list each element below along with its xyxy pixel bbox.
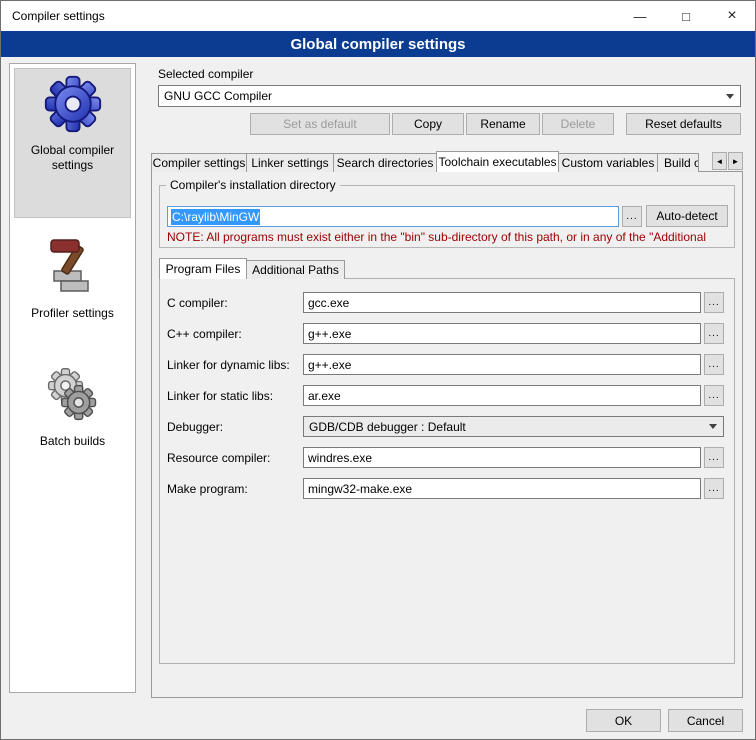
tab-scroll-buttons: ◄ ► [712, 152, 743, 170]
reset-defaults-button[interactable]: Reset defaults [626, 113, 741, 135]
linker-dynamic-browse-button[interactable]: ... [704, 354, 724, 375]
tab-build-options[interactable]: Build options [657, 153, 699, 172]
tab-linker-settings[interactable]: Linker settings [246, 153, 334, 172]
settings-sidebar: Global compiler settings Profiler settin… [9, 63, 136, 693]
sidebar-item-label: Global compiler settings [17, 143, 128, 173]
batch-gears-icon [43, 412, 103, 429]
delete-button[interactable]: Delete [542, 113, 614, 135]
ok-button[interactable]: OK [586, 709, 661, 732]
dropdown-arrow-icon [704, 418, 722, 435]
tab-additional-paths[interactable]: Additional Paths [246, 260, 345, 279]
sidebar-item-label: Profiler settings [16, 306, 129, 321]
maximize-button[interactable]: □ [663, 1, 709, 31]
installation-directory-browse-button[interactable]: ... [622, 206, 642, 227]
linker-static-label: Linker for static libs: [167, 389, 273, 403]
c-compiler-label: C compiler: [167, 296, 228, 310]
sidebar-item-batch-builds[interactable]: Batch builds [14, 360, 131, 480]
page-title: Global compiler settings [1, 31, 755, 57]
profiler-hammer-icon [45, 284, 101, 301]
cpp-compiler-label: C++ compiler: [167, 327, 242, 341]
tab-program-files[interactable]: Program Files [159, 258, 247, 279]
sidebar-item-label: Batch builds [16, 434, 129, 449]
linker-static-input[interactable] [303, 385, 701, 406]
make-program-browse-button[interactable]: ... [704, 478, 724, 499]
copy-button[interactable]: Copy [392, 113, 464, 135]
make-program-label: Make program: [167, 482, 248, 496]
tab-search-directories[interactable]: Search directories [333, 153, 437, 172]
debugger-select-value: GDB/CDB debugger : Default [309, 420, 466, 434]
compiler-select[interactable]: GNU GCC Compiler [158, 85, 741, 107]
installation-note: NOTE: All programs must exist either in … [167, 230, 733, 244]
rename-button[interactable]: Rename [466, 113, 540, 135]
program-files-tabstrip: Program Files Additional Paths [159, 258, 735, 279]
make-program-input[interactable] [303, 478, 701, 499]
resource-compiler-browse-button[interactable]: ... [704, 447, 724, 468]
c-compiler-input[interactable] [303, 292, 701, 313]
linker-dynamic-input[interactable] [303, 354, 701, 375]
compiler-select-value: GNU GCC Compiler [164, 89, 272, 103]
titlebar: Compiler settings — □ × [1, 1, 755, 31]
tab-toolchain-executables[interactable]: Toolchain executables [436, 151, 559, 172]
tab-custom-variables[interactable]: Custom variables [558, 153, 658, 172]
sidebar-item-global-compiler-settings[interactable]: Global compiler settings [14, 68, 131, 218]
gear-icon [43, 121, 103, 138]
dropdown-arrow-icon [721, 87, 739, 105]
settings-tabstrip: Compiler settings Linker settings Search… [151, 151, 743, 172]
installation-directory-legend: Compiler's installation directory [166, 178, 340, 192]
close-button[interactable]: × [709, 1, 755, 31]
sidebar-item-profiler-settings[interactable]: Profiler settings [14, 232, 131, 352]
installation-directory-value: C:\raylib\MinGW [171, 209, 260, 225]
resource-compiler-input[interactable] [303, 447, 701, 468]
tab-scroll-right-icon[interactable]: ► [728, 152, 743, 170]
auto-detect-button[interactable]: Auto-detect [646, 205, 728, 227]
window-title: Compiler settings [1, 9, 617, 23]
cancel-button[interactable]: Cancel [668, 709, 743, 732]
debugger-select[interactable]: GDB/CDB debugger : Default [303, 416, 724, 437]
installation-directory-input[interactable]: C:\raylib\MinGW [167, 206, 619, 227]
c-compiler-browse-button[interactable]: ... [704, 292, 724, 313]
compiler-buttons-row: Set as default Copy Rename Delete Reset … [158, 113, 741, 135]
linker-dynamic-label: Linker for dynamic libs: [167, 358, 290, 372]
tab-compiler-settings[interactable]: Compiler settings [151, 153, 247, 172]
cpp-compiler-input[interactable] [303, 323, 701, 344]
debugger-label: Debugger: [167, 420, 223, 434]
cpp-compiler-browse-button[interactable]: ... [704, 323, 724, 344]
selected-compiler-label: Selected compiler [158, 67, 253, 81]
linker-static-browse-button[interactable]: ... [704, 385, 724, 406]
set-as-default-button[interactable]: Set as default [250, 113, 390, 135]
resource-compiler-label: Resource compiler: [167, 451, 270, 465]
tab-scroll-left-icon[interactable]: ◄ [712, 152, 727, 170]
compiler-settings-window: Compiler settings — □ × Global compiler … [0, 0, 756, 740]
minimize-button[interactable]: — [617, 1, 663, 31]
